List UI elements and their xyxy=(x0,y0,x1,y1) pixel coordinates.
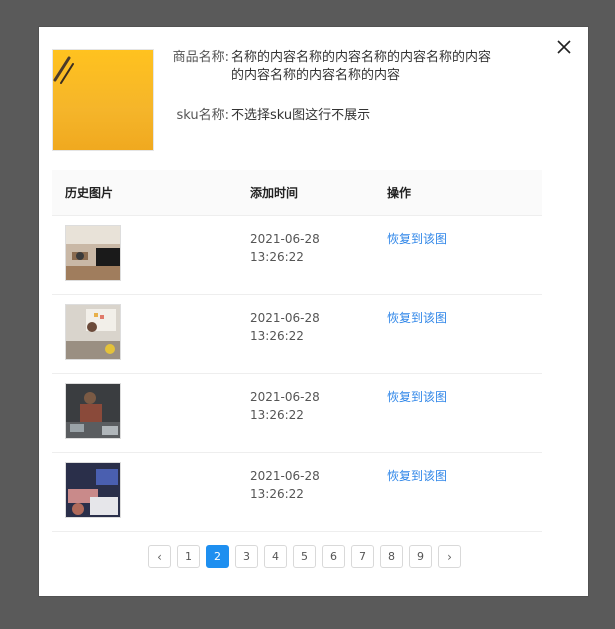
chevron-left-icon: ‹ xyxy=(157,549,162,564)
product-name-line2: 的内容名称的内容名称的内容 xyxy=(231,68,401,83)
chevron-right-icon: › xyxy=(447,549,452,564)
product-image xyxy=(52,49,154,151)
pagination: ‹ 1 2 3 4 5 6 7 8 9 › xyxy=(148,545,461,568)
page-button-6[interactable]: 6 xyxy=(322,545,345,568)
added-clock: 13:26:22 xyxy=(250,487,304,501)
added-time: 2021-06-28 13:26:22 xyxy=(250,453,387,503)
added-clock: 13:26:22 xyxy=(250,329,304,343)
close-icon[interactable] xyxy=(556,40,572,56)
header-action: 操作 xyxy=(387,186,412,200)
next-page-button[interactable]: › xyxy=(438,545,461,568)
page-button-8[interactable]: 8 xyxy=(380,545,403,568)
product-name-label: 商品名称: xyxy=(172,50,229,65)
header-history-image: 历史图片 xyxy=(65,186,114,200)
table-row: 2021-06-28 13:26:22 恢复到该图 xyxy=(52,295,542,374)
page-button-3[interactable]: 3 xyxy=(235,545,258,568)
page-button-9[interactable]: 9 xyxy=(409,545,432,568)
restore-image-link[interactable]: 恢复到该图 xyxy=(387,469,447,483)
added-clock: 13:26:22 xyxy=(250,408,304,422)
page-button-5[interactable]: 5 xyxy=(293,545,316,568)
added-time: 2021-06-28 13:26:22 xyxy=(250,374,387,424)
table-row: 2021-06-28 13:26:22 恢复到该图 xyxy=(52,374,542,453)
table-row: 2021-06-28 13:26:22 恢复到该图 xyxy=(52,453,542,532)
history-thumbnail[interactable] xyxy=(65,225,121,281)
page-button-2[interactable]: 2 xyxy=(206,545,229,568)
added-clock: 13:26:22 xyxy=(250,250,304,264)
added-date: 2021-06-28 xyxy=(250,232,320,246)
history-thumbnail[interactable] xyxy=(65,383,121,439)
added-date: 2021-06-28 xyxy=(250,390,320,404)
table-header: 历史图片 添加时间 操作 xyxy=(52,170,542,216)
table-row: 2021-06-28 13:26:22 恢复到该图 xyxy=(52,216,542,295)
added-date: 2021-06-28 xyxy=(250,469,320,483)
restore-image-link[interactable]: 恢复到该图 xyxy=(387,311,447,325)
history-thumbnail[interactable] xyxy=(65,304,121,360)
product-info: 商品名称: 名称的内容名称的内容名称的内容名称的内容 的内容名称的内容名称的内容… xyxy=(161,49,501,125)
restore-image-link[interactable]: 恢复到该图 xyxy=(387,390,447,404)
restore-image-link[interactable]: 恢复到该图 xyxy=(387,232,447,246)
added-time: 2021-06-28 13:26:22 xyxy=(250,295,387,345)
history-image-modal: 商品名称: 名称的内容名称的内容名称的内容名称的内容 的内容名称的内容名称的内容… xyxy=(39,27,588,596)
history-thumbnail[interactable] xyxy=(65,462,121,518)
prev-page-button[interactable]: ‹ xyxy=(148,545,171,568)
page-button-7[interactable]: 7 xyxy=(351,545,374,568)
sku-name-value: 不选择sku图这行不展示 xyxy=(231,108,371,123)
added-date: 2021-06-28 xyxy=(250,311,320,325)
pen-decoration xyxy=(53,56,74,84)
page-button-1[interactable]: 1 xyxy=(177,545,200,568)
product-name-line1: 名称的内容名称的内容名称的内容名称的内容 xyxy=(231,50,492,65)
sku-name-label: sku名称: xyxy=(176,108,229,123)
product-name-value: 名称的内容名称的内容名称的内容名称的内容 的内容名称的内容名称的内容 xyxy=(231,49,491,85)
page-button-4[interactable]: 4 xyxy=(264,545,287,568)
added-time: 2021-06-28 13:26:22 xyxy=(250,216,387,266)
history-table: 历史图片 添加时间 操作 2021-06-28 13:26:22 恢复到该图 2… xyxy=(52,170,542,532)
header-added-time: 添加时间 xyxy=(250,186,299,200)
